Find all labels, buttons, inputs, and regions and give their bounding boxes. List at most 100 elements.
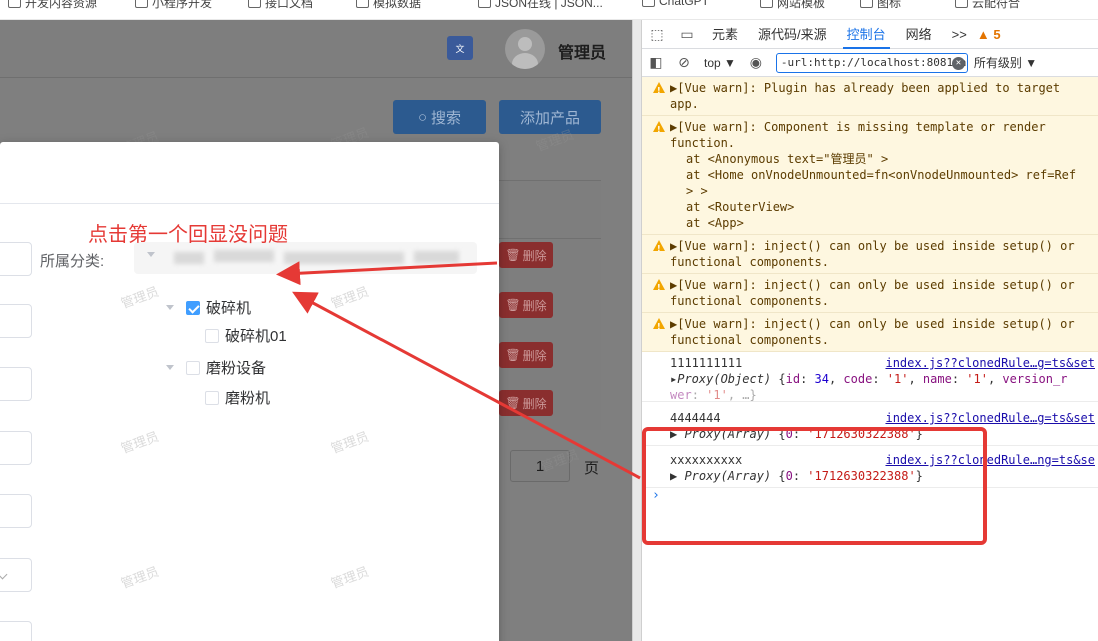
tree-node-crusher-01[interactable]: 破碎机01	[205, 325, 287, 346]
add-product-button[interactable]: 添加产品	[499, 100, 601, 134]
delete-button[interactable]: 🗑 删除	[499, 292, 553, 318]
caret-down-icon	[166, 365, 174, 370]
bookmark-item[interactable]: ChatGPT	[642, 0, 709, 8]
console-warning[interactable]: ▶[Vue warn]: inject() can only be used i…	[642, 235, 1098, 274]
tree-node-grinding-mill[interactable]: 磨粉机	[205, 387, 270, 408]
translate-icon[interactable]: 文	[447, 36, 473, 60]
trash-icon: 🗑	[505, 348, 521, 362]
checkbox[interactable]	[205, 390, 219, 405]
bookmark-item[interactable]: 图标	[860, 0, 901, 11]
bookmark-item[interactable]: 模拟数据	[356, 0, 421, 11]
warning-icon: ▲	[976, 26, 994, 42]
object-preview[interactable]: ▸Proxy(Object) {id: 34, code: '1', name:…	[670, 371, 1095, 387]
dialog-divider	[0, 203, 499, 204]
console-log[interactable]: 4444444 index.js??clonedRule…g=ts&set ▶ …	[642, 402, 1098, 446]
form-input[interactable]	[0, 304, 32, 338]
console-warning[interactable]: ▶[Vue warn]: Plugin has already been app…	[642, 77, 1098, 116]
watermark: 管理员	[328, 563, 371, 592]
clear-console-icon[interactable]: ⊘	[670, 54, 698, 71]
source-link[interactable]: index.js??clonedRule…g=ts&set	[885, 410, 1095, 426]
page-suffix: 页	[584, 460, 600, 477]
tree-node-crusher[interactable]: 破碎机	[166, 297, 251, 318]
array-preview[interactable]: ▶ Proxy(Array) {0: '1712630322388'}	[670, 468, 1095, 484]
console-filter-input[interactable]: -url:http://localhost:8081/ap ✕	[775, 52, 968, 73]
bookmark-item[interactable]: 小程序开发	[135, 0, 212, 11]
folder-icon	[642, 0, 655, 7]
console-log[interactable]: 1111111111 index.js??clonedRule…g=ts&set…	[642, 352, 1098, 402]
bookmark-bar: 开发内容资源 小程序开发 接口文档 模拟数据 JSON在线 | JSON... …	[0, 0, 1098, 20]
watermark: 管理员	[118, 428, 161, 457]
bookmark-item[interactable]: 云配符合	[955, 0, 1020, 11]
console-prompt[interactable]: ›	[642, 488, 1098, 506]
eye-icon[interactable]: ◉	[742, 54, 770, 71]
warning-count-badge[interactable]: ▲ 5	[977, 27, 1001, 42]
trash-icon: 🗑	[505, 248, 521, 262]
inspect-icon[interactable]: ⬚	[642, 20, 672, 49]
tab-network[interactable]: 网络	[896, 20, 942, 49]
caret-down-icon	[166, 305, 174, 310]
bookmark-item[interactable]: 接口文档	[248, 0, 313, 11]
bookmark-item[interactable]: 开发内容资源	[8, 0, 97, 11]
category-label: 所属分类:	[40, 253, 105, 270]
sidebar-toggle-icon[interactable]: ◧	[642, 54, 670, 71]
folder-icon	[860, 0, 873, 8]
prompt-chevron-icon: ›	[652, 488, 660, 503]
device-toolbar-icon[interactable]: ▭	[672, 20, 702, 49]
search-icon: ○	[417, 108, 428, 126]
tree-node-grinding-equipment[interactable]: 磨粉设备	[166, 357, 266, 378]
checkbox[interactable]	[186, 300, 200, 315]
form-input[interactable]	[0, 621, 32, 641]
form-select[interactable]	[0, 558, 32, 592]
tab-console[interactable]: 控制台	[837, 20, 896, 49]
log-levels-dropdown[interactable]: 所有级别 ▼	[968, 54, 1037, 71]
app-header: 文 管理员	[0, 20, 632, 78]
folder-icon	[248, 0, 261, 8]
folder-icon	[760, 0, 773, 8]
search-button[interactable]: ○ 搜索	[393, 100, 486, 134]
chevron-down-icon	[147, 252, 155, 257]
console-output: ▶[Vue warn]: Plugin has already been app…	[642, 77, 1098, 641]
tab-sources[interactable]: 源代码/来源	[748, 20, 837, 49]
delete-button[interactable]: 🗑 删除	[499, 242, 553, 268]
devtools-panel: ⬚ ▭ 元素 源代码/来源 控制台 网络 >> ▲ 5 ◧ ⊘ top ▼ ◉ …	[641, 20, 1098, 641]
avatar[interactable]	[505, 29, 545, 69]
folder-icon	[8, 0, 21, 8]
console-warning[interactable]: ▶[Vue warn]: inject() can only be used i…	[642, 313, 1098, 352]
folder-icon	[135, 0, 148, 8]
delete-button[interactable]: 🗑 删除	[499, 390, 553, 416]
warning-icon	[653, 121, 665, 138]
annotation-text: 点击第一个回显没问题	[88, 224, 288, 246]
context-selector[interactable]: top ▼	[698, 56, 742, 70]
watermark: 管理员	[118, 563, 161, 592]
bookmark-item[interactable]: 网站模板	[760, 0, 825, 11]
warning-icon	[653, 82, 665, 99]
form-input[interactable]	[0, 367, 32, 401]
watermark: 管理员	[328, 428, 371, 457]
app-viewport: 文 管理员 ○ 搜索 添加产品 🗑 删除 🗑 删除 🗑 删除 🗑 删除 1 页 管理员 管…	[0, 20, 632, 641]
source-link[interactable]: index.js??clonedRule…g=ts&set	[885, 355, 1095, 371]
devtools-tabbar: ⬚ ▭ 元素 源代码/来源 控制台 网络 >> ▲ 5	[642, 20, 1098, 49]
form-input[interactable]	[0, 242, 32, 276]
user-name[interactable]: 管理员	[558, 39, 606, 63]
array-preview[interactable]: ▶ Proxy(Array) {0: '1712630322388'}	[670, 426, 1095, 442]
clear-filter-icon[interactable]: ✕	[951, 56, 965, 70]
tab-elements[interactable]: 元素	[702, 20, 748, 49]
form-input[interactable]	[0, 494, 32, 528]
watermark: 管理员	[118, 283, 161, 312]
console-log[interactable]: xxxxxxxxxx index.js??clonedRule…ng=ts&se…	[642, 446, 1098, 488]
delete-button[interactable]: 🗑 删除	[499, 342, 553, 368]
console-warning[interactable]: ▶[Vue warn]: Component is missing templa…	[642, 116, 1098, 235]
console-warning[interactable]: ▶[Vue warn]: inject() can only be used i…	[642, 274, 1098, 313]
more-tabs-button[interactable]: >>	[942, 20, 977, 49]
source-link[interactable]: index.js??clonedRule…ng=ts&se	[885, 452, 1095, 468]
folder-icon	[478, 0, 491, 8]
form-input[interactable]	[0, 431, 32, 465]
devtools-splitter[interactable]	[632, 20, 641, 641]
page-number-input[interactable]: 1	[510, 450, 570, 482]
console-toolbar: ◧ ⊘ top ▼ ◉ -url:http://localhost:8081/a…	[642, 49, 1098, 77]
chevron-down-icon	[0, 569, 8, 580]
bookmark-item[interactable]: JSON在线 | JSON...	[478, 0, 603, 11]
checkbox[interactable]	[205, 328, 219, 343]
warning-icon	[653, 318, 665, 335]
checkbox[interactable]	[186, 360, 200, 375]
